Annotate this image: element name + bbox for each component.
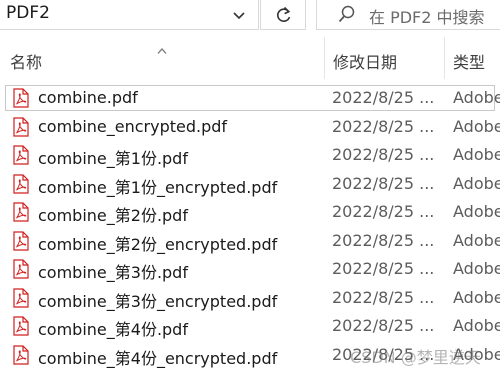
chevron-down-icon[interactable] bbox=[229, 5, 249, 25]
file-name[interactable]: combine_encrypted.pdf bbox=[38, 117, 227, 136]
file-modified-date: 2022/8/25 ... bbox=[332, 259, 435, 278]
file-modified-date: 2022/8/25 ... bbox=[332, 173, 435, 193]
file-type: Adobe bbox=[453, 116, 500, 136]
pdf-file-icon bbox=[13, 259, 29, 279]
file-row[interactable]: combine_第2份_encrypted.pdf 2022/8/25 ... … bbox=[0, 227, 500, 256]
file-row[interactable]: combine_第1份_encrypted.pdf 2022/8/25 ... … bbox=[0, 170, 500, 199]
file-type: Adobe bbox=[453, 173, 500, 193]
search-input[interactable]: 在 PDF2 中搜索 bbox=[316, 0, 500, 30]
file-type: Adobe bbox=[453, 316, 500, 335]
file-name[interactable]: combine_第1份_encrypted.pdf bbox=[38, 174, 277, 198]
pdf-file-icon bbox=[13, 116, 29, 137]
file-type: Adobe bbox=[453, 287, 500, 307]
file-name[interactable]: combine_第2份.pdf bbox=[38, 202, 188, 226]
file-row[interactable]: combine_encrypted.pdf 2022/8/25 ... Adob… bbox=[0, 113, 500, 142]
file-type: Adobe bbox=[453, 145, 500, 164]
file-type: Adobe bbox=[453, 230, 500, 250]
pdf-file-icon bbox=[13, 202, 29, 222]
column-date-header[interactable]: 修改日期 bbox=[333, 49, 397, 73]
file-row[interactable]: combine_第3份.pdf 2022/8/25 ... Adobe bbox=[0, 255, 500, 284]
file-name[interactable]: combine_第1份.pdf bbox=[38, 145, 188, 169]
navigation-bar: PDF2 在 PDF2 中搜索 bbox=[0, 0, 500, 33]
address-bar[interactable]: PDF2 bbox=[0, 0, 259, 30]
file-type: Adobe bbox=[453, 344, 500, 364]
file-name[interactable]: combine_第4份.pdf bbox=[38, 316, 188, 340]
file-row[interactable]: combine_第2份.pdf 2022/8/25 ... Adobe bbox=[0, 198, 500, 227]
file-row[interactable]: combine_第4份_encrypted.pdf 2022/8/25 ... … bbox=[0, 341, 500, 370]
file-modified-date: 2022/8/25 ... bbox=[332, 202, 435, 221]
file-type: Adobe bbox=[453, 88, 500, 107]
file-row[interactable]: combine.pdf 2022/8/25 ... Adobe bbox=[0, 84, 500, 113]
file-name[interactable]: combine.pdf bbox=[38, 88, 138, 107]
file-modified-date: 2022/8/25 ... bbox=[332, 287, 435, 307]
pdf-file-icon bbox=[13, 287, 29, 308]
column-divider[interactable] bbox=[324, 37, 325, 79]
column-name-header[interactable]: 名称 bbox=[10, 49, 42, 73]
column-type-header[interactable]: 类型 bbox=[453, 49, 485, 73]
file-explorer-window: PDF2 在 PDF2 中搜索 名称 修改日期 类型 combine.pdf 2… bbox=[0, 0, 500, 372]
file-modified-date: 2022/8/25 ... bbox=[332, 344, 435, 364]
pdf-file-icon bbox=[13, 88, 29, 108]
pdf-file-icon bbox=[13, 316, 29, 336]
file-name[interactable]: combine_第3份.pdf bbox=[38, 259, 188, 283]
file-modified-date: 2022/8/25 ... bbox=[332, 145, 435, 164]
file-type: Adobe bbox=[453, 202, 500, 221]
pdf-file-icon bbox=[13, 173, 29, 194]
file-name[interactable]: combine_第3份_encrypted.pdf bbox=[38, 288, 277, 312]
file-name[interactable]: combine_第2份_encrypted.pdf bbox=[38, 231, 277, 255]
file-row[interactable]: combine_第3份_encrypted.pdf 2022/8/25 ... … bbox=[0, 284, 500, 313]
file-modified-date: 2022/8/25 ... bbox=[332, 116, 435, 136]
file-type: Adobe bbox=[453, 259, 500, 278]
refresh-button[interactable] bbox=[260, 0, 306, 30]
file-row[interactable]: combine_第4份.pdf 2022/8/25 ... Adobe bbox=[0, 312, 500, 341]
address-path[interactable]: PDF2 bbox=[6, 3, 50, 23]
pdf-file-icon bbox=[13, 230, 29, 251]
file-name[interactable]: combine_第4份_encrypted.pdf bbox=[38, 345, 277, 369]
pdf-file-icon bbox=[13, 344, 29, 365]
column-divider[interactable] bbox=[444, 37, 445, 79]
pdf-file-icon bbox=[13, 145, 29, 165]
file-modified-date: 2022/8/25 ... bbox=[332, 316, 435, 335]
search-placeholder: 在 PDF2 中搜索 bbox=[369, 8, 485, 27]
file-row[interactable]: combine_第1份.pdf 2022/8/25 ... Adobe bbox=[0, 141, 500, 170]
file-modified-date: 2022/8/25 ... bbox=[332, 88, 435, 107]
sort-up-icon bbox=[156, 40, 168, 54]
column-header: 名称 修改日期 类型 bbox=[0, 37, 500, 79]
file-modified-date: 2022/8/25 ... bbox=[332, 230, 435, 250]
file-list: combine.pdf 2022/8/25 ... Adobe combine_… bbox=[0, 84, 500, 369]
